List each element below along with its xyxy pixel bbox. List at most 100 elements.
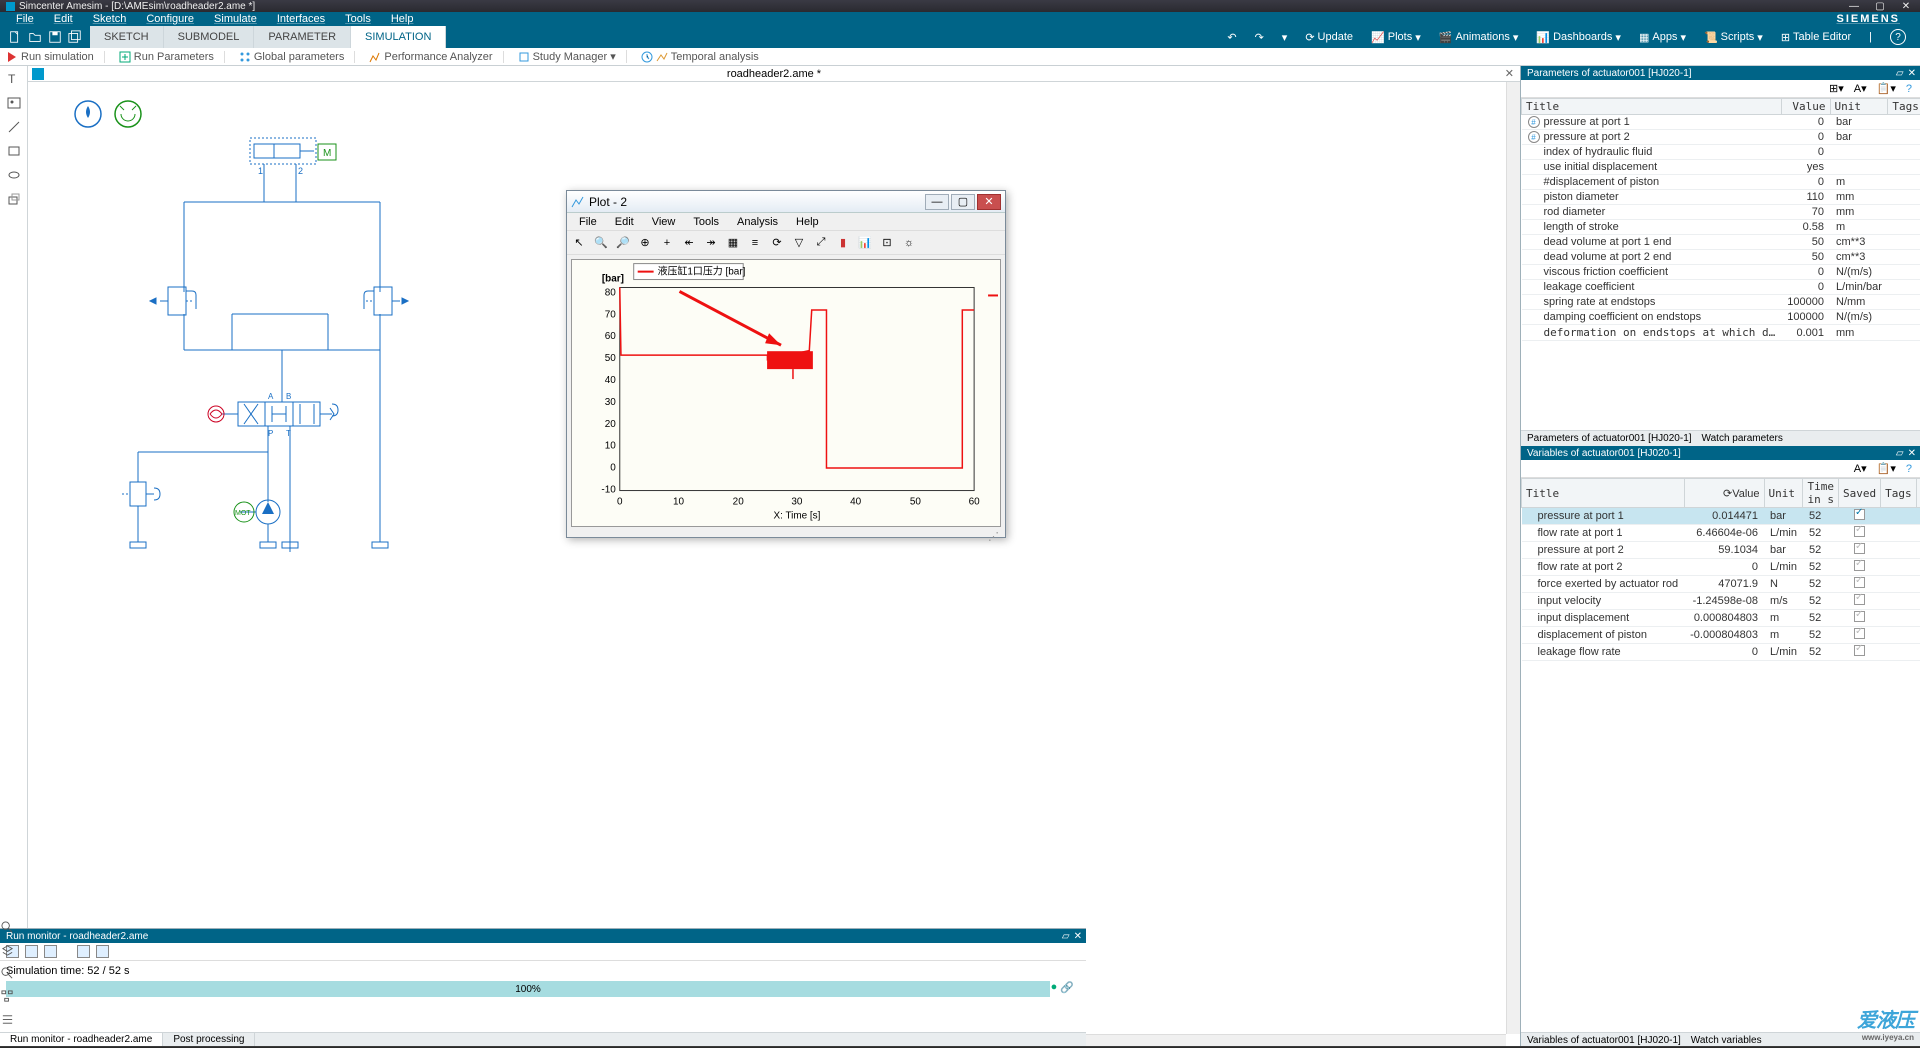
plot-maximize-button[interactable]: ▢ [951,194,975,210]
menu-sketch[interactable]: Sketch [83,13,137,25]
list-icon[interactable] [1,1013,14,1026]
image-tool-icon[interactable] [7,96,21,110]
undo-button[interactable]: ↶ [1227,31,1236,44]
panel-close-icon[interactable]: ✕ [1908,68,1916,79]
open-file-icon[interactable] [28,30,42,44]
param-row[interactable]: spring rate at endstops100000N/mmk [1522,295,1920,310]
performance-analyzer-button[interactable]: Performance Analyzer [369,51,503,63]
param-status-tab2[interactable]: Watch parameters [1702,433,1793,444]
dock-play-icon[interactable] [25,945,38,958]
menu-simulate[interactable]: Simulate [204,13,267,25]
cursor-icon[interactable]: ↖ [571,235,587,251]
var-row[interactable]: pressure at port 10.014471bar52 [1522,508,1920,525]
next-icon[interactable]: ↠ [703,235,719,251]
panel-undock-icon[interactable]: ▱ [1896,448,1904,459]
plot-window[interactable]: Plot - 2 — ▢ ✕ File Edit View Tools Anal… [566,190,1006,538]
var-row[interactable]: displacement of piston-0.000804803m52 [1522,627,1920,644]
param-row[interactable]: leakage coefficient0L/min/barleak [1522,280,1920,295]
animations-button[interactable]: 🎬 Animations ▾ [1439,31,1519,44]
font-options-icon[interactable]: A▾ [1854,462,1867,475]
rect-tool-icon[interactable] [7,144,21,158]
variables-table[interactable]: Title ⟳Value Unit Time in s Saved Tags S… [1521,478,1920,661]
parameters-table[interactable]: Title Value Unit Tags Name #pressure at … [1521,98,1920,341]
param-row[interactable]: length of stroke0.58mstroke [1522,220,1920,235]
plot-minimize-button[interactable]: — [925,194,949,210]
global-parameters-button[interactable]: Global parameters [239,51,356,63]
param-row[interactable]: piston diameter110mmdiamp [1522,190,1920,205]
col-unit[interactable]: Unit [1830,99,1888,115]
menu-help[interactable]: Help [381,13,424,25]
var-row[interactable]: input displacement0.000804803m52 [1522,610,1920,627]
canvas-scrollbar-v[interactable] [1506,82,1520,1034]
close-button[interactable]: ✕ [1898,1,1914,11]
apps-button[interactable]: ▦ Apps ▾ [1639,31,1686,44]
redo-button[interactable]: ↷ [1255,31,1264,44]
save-all-icon[interactable] [68,30,82,44]
menu-edit[interactable]: Edit [44,13,83,25]
col-tags[interactable]: Tags [1888,99,1920,115]
zoom-out-icon[interactable]: 🔎 [615,235,631,251]
search-icon[interactable] [1,921,14,934]
vcol-value[interactable]: ⟳Value [1684,479,1764,508]
var-status-tab[interactable]: Variables of actuator001 [HJ020-1] [1527,1035,1691,1046]
maximize-button[interactable]: ▢ [1872,1,1888,11]
plot-area[interactable]: 液压缸1口压力 [bar] [bar] -100 1020 3040 5060 … [571,259,1001,527]
legend-icon[interactable]: ≡ [747,235,763,251]
layers-icon[interactable] [1,944,14,957]
param-row[interactable]: #displacement of piston0mxact0 [1522,175,1920,190]
marker-icon[interactable]: ▽ [791,235,807,251]
param-row[interactable]: rod diameter70mmdiamr [1522,205,1920,220]
auto-icon[interactable]: ⤢ [813,235,829,251]
panel-undock-icon[interactable]: ▱ [1896,68,1904,79]
minimize-button[interactable]: — [1846,1,1862,11]
col-title[interactable]: Title [1522,99,1782,115]
vcol-tags[interactable]: Tags [1881,479,1917,508]
refresh-dropdown[interactable]: ▾ [1282,31,1288,44]
panel-close-icon[interactable]: ✕ [1908,448,1916,459]
table-editor-button[interactable]: ⊞ Table Editor [1781,31,1851,44]
param-row[interactable]: use initial displacementyesusedispl [1522,160,1920,175]
crosshair-icon[interactable]: + [659,235,675,251]
copy-icon[interactable]: 📋▾ [1877,462,1896,475]
document-tab-label[interactable]: roadheader2.ame * [727,68,821,80]
dock-log-icon[interactable] [96,945,109,958]
dock-undock-icon[interactable]: ▱ [1062,931,1070,942]
panel-help-icon[interactable]: ? [1906,83,1912,95]
panel-help-icon[interactable]: ? [1906,463,1912,475]
param-row[interactable]: damping coefficient on endstops100000N/(… [1522,310,1920,325]
refresh-plot-icon[interactable]: ⟳ [769,235,785,251]
ellipse-tool-icon[interactable] [7,168,21,182]
vcol-saved[interactable]: Saved [1838,479,1880,508]
font-options-icon[interactable]: A▾ [1854,82,1867,95]
settings-icon[interactable]: ☼ [901,235,917,251]
dock-stop-icon[interactable] [44,945,57,958]
group-tool-icon[interactable] [7,192,21,206]
menu-interfaces[interactable]: Interfaces [267,13,335,25]
plot-menu-tools[interactable]: Tools [685,215,727,229]
fit-icon[interactable]: ⊡ [879,235,895,251]
vcol-save[interactable]: Save [1916,479,1920,508]
tree-icon[interactable] [1,990,14,1003]
param-row[interactable]: viscous friction coefficient0N/(m/s)visc [1522,265,1920,280]
dashboards-button[interactable]: 📊 Dashboards ▾ [1536,31,1621,44]
save-file-icon[interactable] [48,30,62,44]
new-file-icon[interactable] [8,30,22,44]
zoom-in-icon[interactable]: 🔍 [593,235,609,251]
var-row[interactable]: input velocity-1.24598e-08m/s52 [1522,593,1920,610]
pan-icon[interactable]: ⊕ [637,235,653,251]
param-row[interactable]: #pressure at port 20barp2 [1522,130,1920,145]
temporal-analysis-button[interactable]: Temporal analysis [641,51,769,63]
vcol-time[interactable]: Time in s [1803,479,1839,508]
study-manager-button[interactable]: Study Manager ▾ [518,50,627,63]
plot-close-button[interactable]: ✕ [977,194,1001,210]
tab-sketch[interactable]: SKETCH [90,26,164,48]
line-tool-icon[interactable] [7,120,21,134]
run-simulation-button[interactable]: Run simulation [6,51,105,63]
var-status-tab2[interactable]: Watch variables [1691,1035,1772,1046]
table-options-icon[interactable]: ⊞▾ [1829,82,1844,95]
param-status-tab[interactable]: Parameters of actuator001 [HJ020-1] [1527,433,1702,444]
stats-icon[interactable]: 📊 [857,235,873,251]
vcol-unit[interactable]: Unit [1764,479,1803,508]
plot-resize-grip-icon[interactable]: ⋰ [988,530,999,543]
menu-configure[interactable]: Configure [136,13,204,25]
